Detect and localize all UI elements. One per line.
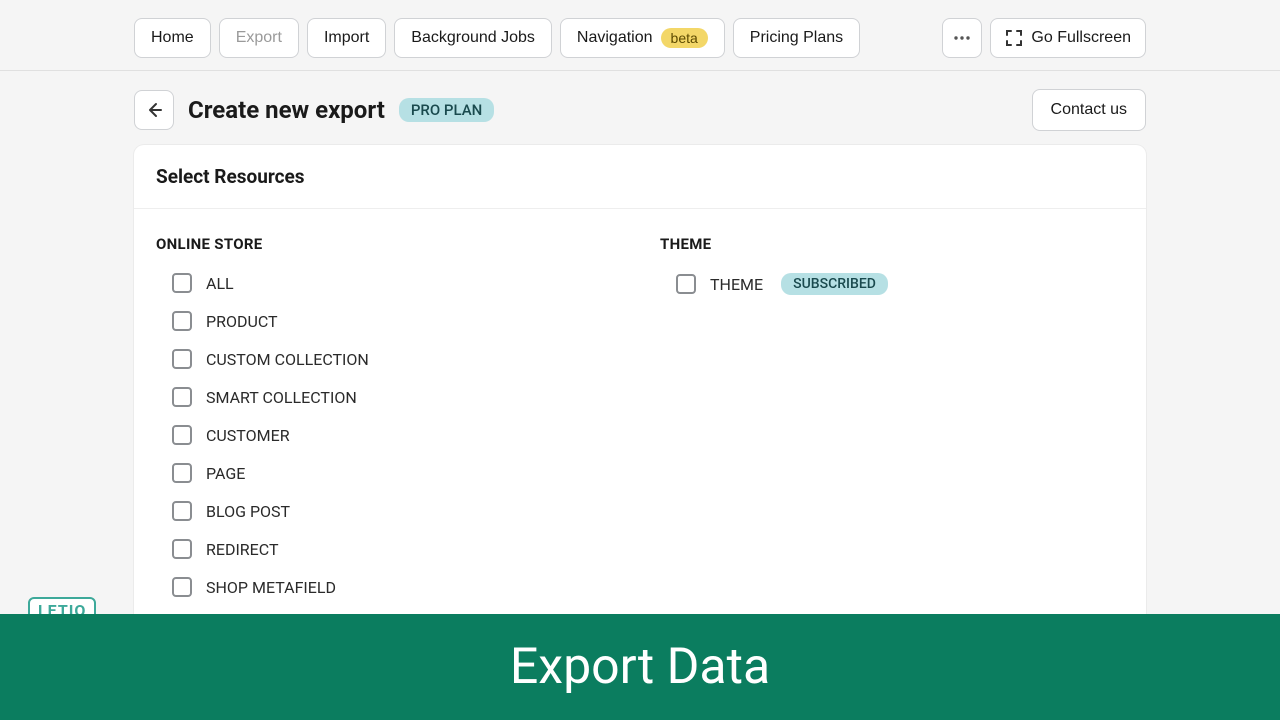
page-title: Create new export bbox=[188, 96, 385, 124]
list-item: PAGE bbox=[172, 463, 620, 483]
theme-column: THEME THEME SUBSCRIBED bbox=[660, 235, 1124, 615]
checkbox-smart-collection[interactable] bbox=[172, 387, 192, 407]
list-item: ALL bbox=[172, 273, 620, 293]
checkbox-label: REDIRECT bbox=[206, 540, 279, 559]
online-store-list: ALL PRODUCT CUSTOM COLLECTION SMART COLL… bbox=[156, 273, 620, 597]
checkbox-blog-post[interactable] bbox=[172, 501, 192, 521]
ellipsis-icon bbox=[952, 28, 972, 48]
checkbox-label: SMART COLLECTION bbox=[206, 388, 357, 407]
list-item: CUSTOMER bbox=[172, 425, 620, 445]
plan-badge: PRO PLAN bbox=[399, 98, 494, 122]
checkbox-label: PAGE bbox=[206, 464, 245, 483]
card-header: Select Resources bbox=[134, 145, 1146, 209]
nav-navigation-label: Navigation bbox=[577, 29, 653, 47]
fullscreen-button[interactable]: Go Fullscreen bbox=[990, 18, 1146, 58]
checkbox-label: PRODUCT bbox=[206, 312, 278, 331]
arrow-left-icon bbox=[144, 100, 164, 120]
nav-import[interactable]: Import bbox=[307, 18, 386, 58]
checkbox-label: SHOP METAFIELD bbox=[206, 578, 336, 597]
resources-card: Select Resources ONLINE STORE ALL PRODUC… bbox=[134, 145, 1146, 625]
list-item: REDIRECT bbox=[172, 539, 620, 559]
contact-button[interactable]: Contact us bbox=[1032, 89, 1146, 131]
nav-export[interactable]: Export bbox=[219, 18, 299, 58]
card-title: Select Resources bbox=[156, 165, 1124, 188]
nav-navigation[interactable]: Navigation beta bbox=[560, 18, 725, 58]
checkbox-label: THEME bbox=[710, 275, 763, 294]
beta-badge: beta bbox=[661, 28, 708, 48]
list-item: SMART COLLECTION bbox=[172, 387, 620, 407]
list-item: BLOG POST bbox=[172, 501, 620, 521]
subscribed-badge: SUBSCRIBED bbox=[781, 273, 888, 295]
checkbox-shop-metafield[interactable] bbox=[172, 577, 192, 597]
top-nav: Home Export Import Background Jobs Navig… bbox=[0, 0, 1280, 71]
list-item: THEME SUBSCRIBED bbox=[676, 273, 1124, 295]
list-item: PRODUCT bbox=[172, 311, 620, 331]
page-header: Create new export PRO PLAN Contact us bbox=[0, 71, 1280, 145]
online-store-heading: ONLINE STORE bbox=[156, 235, 620, 253]
checkbox-custom-collection[interactable] bbox=[172, 349, 192, 369]
checkbox-label: CUSTOM COLLECTION bbox=[206, 350, 369, 369]
banner-text: Export Data bbox=[510, 638, 770, 696]
more-button[interactable] bbox=[942, 18, 982, 58]
checkbox-label: ALL bbox=[206, 274, 234, 293]
checkbox-all[interactable] bbox=[172, 273, 192, 293]
checkbox-page[interactable] bbox=[172, 463, 192, 483]
bottom-banner: Export Data bbox=[0, 614, 1280, 720]
theme-list: THEME SUBSCRIBED bbox=[660, 273, 1124, 295]
checkbox-theme[interactable] bbox=[676, 274, 696, 294]
checkbox-customer[interactable] bbox=[172, 425, 192, 445]
online-store-column: ONLINE STORE ALL PRODUCT CUSTOM COLLECTI… bbox=[156, 235, 620, 615]
theme-heading: THEME bbox=[660, 235, 1124, 253]
list-item: CUSTOM COLLECTION bbox=[172, 349, 620, 369]
checkbox-label: BLOG POST bbox=[206, 502, 290, 521]
checkbox-redirect[interactable] bbox=[172, 539, 192, 559]
fullscreen-icon bbox=[1005, 29, 1023, 47]
card-body: ONLINE STORE ALL PRODUCT CUSTOM COLLECTI… bbox=[134, 209, 1146, 625]
nav-home[interactable]: Home bbox=[134, 18, 211, 58]
back-button[interactable] bbox=[134, 90, 174, 130]
fullscreen-label: Go Fullscreen bbox=[1031, 29, 1131, 47]
nav-pricing[interactable]: Pricing Plans bbox=[733, 18, 860, 58]
checkbox-label: CUSTOMER bbox=[206, 426, 290, 445]
checkbox-product[interactable] bbox=[172, 311, 192, 331]
nav-background-jobs[interactable]: Background Jobs bbox=[394, 18, 552, 58]
list-item: SHOP METAFIELD bbox=[172, 577, 620, 597]
